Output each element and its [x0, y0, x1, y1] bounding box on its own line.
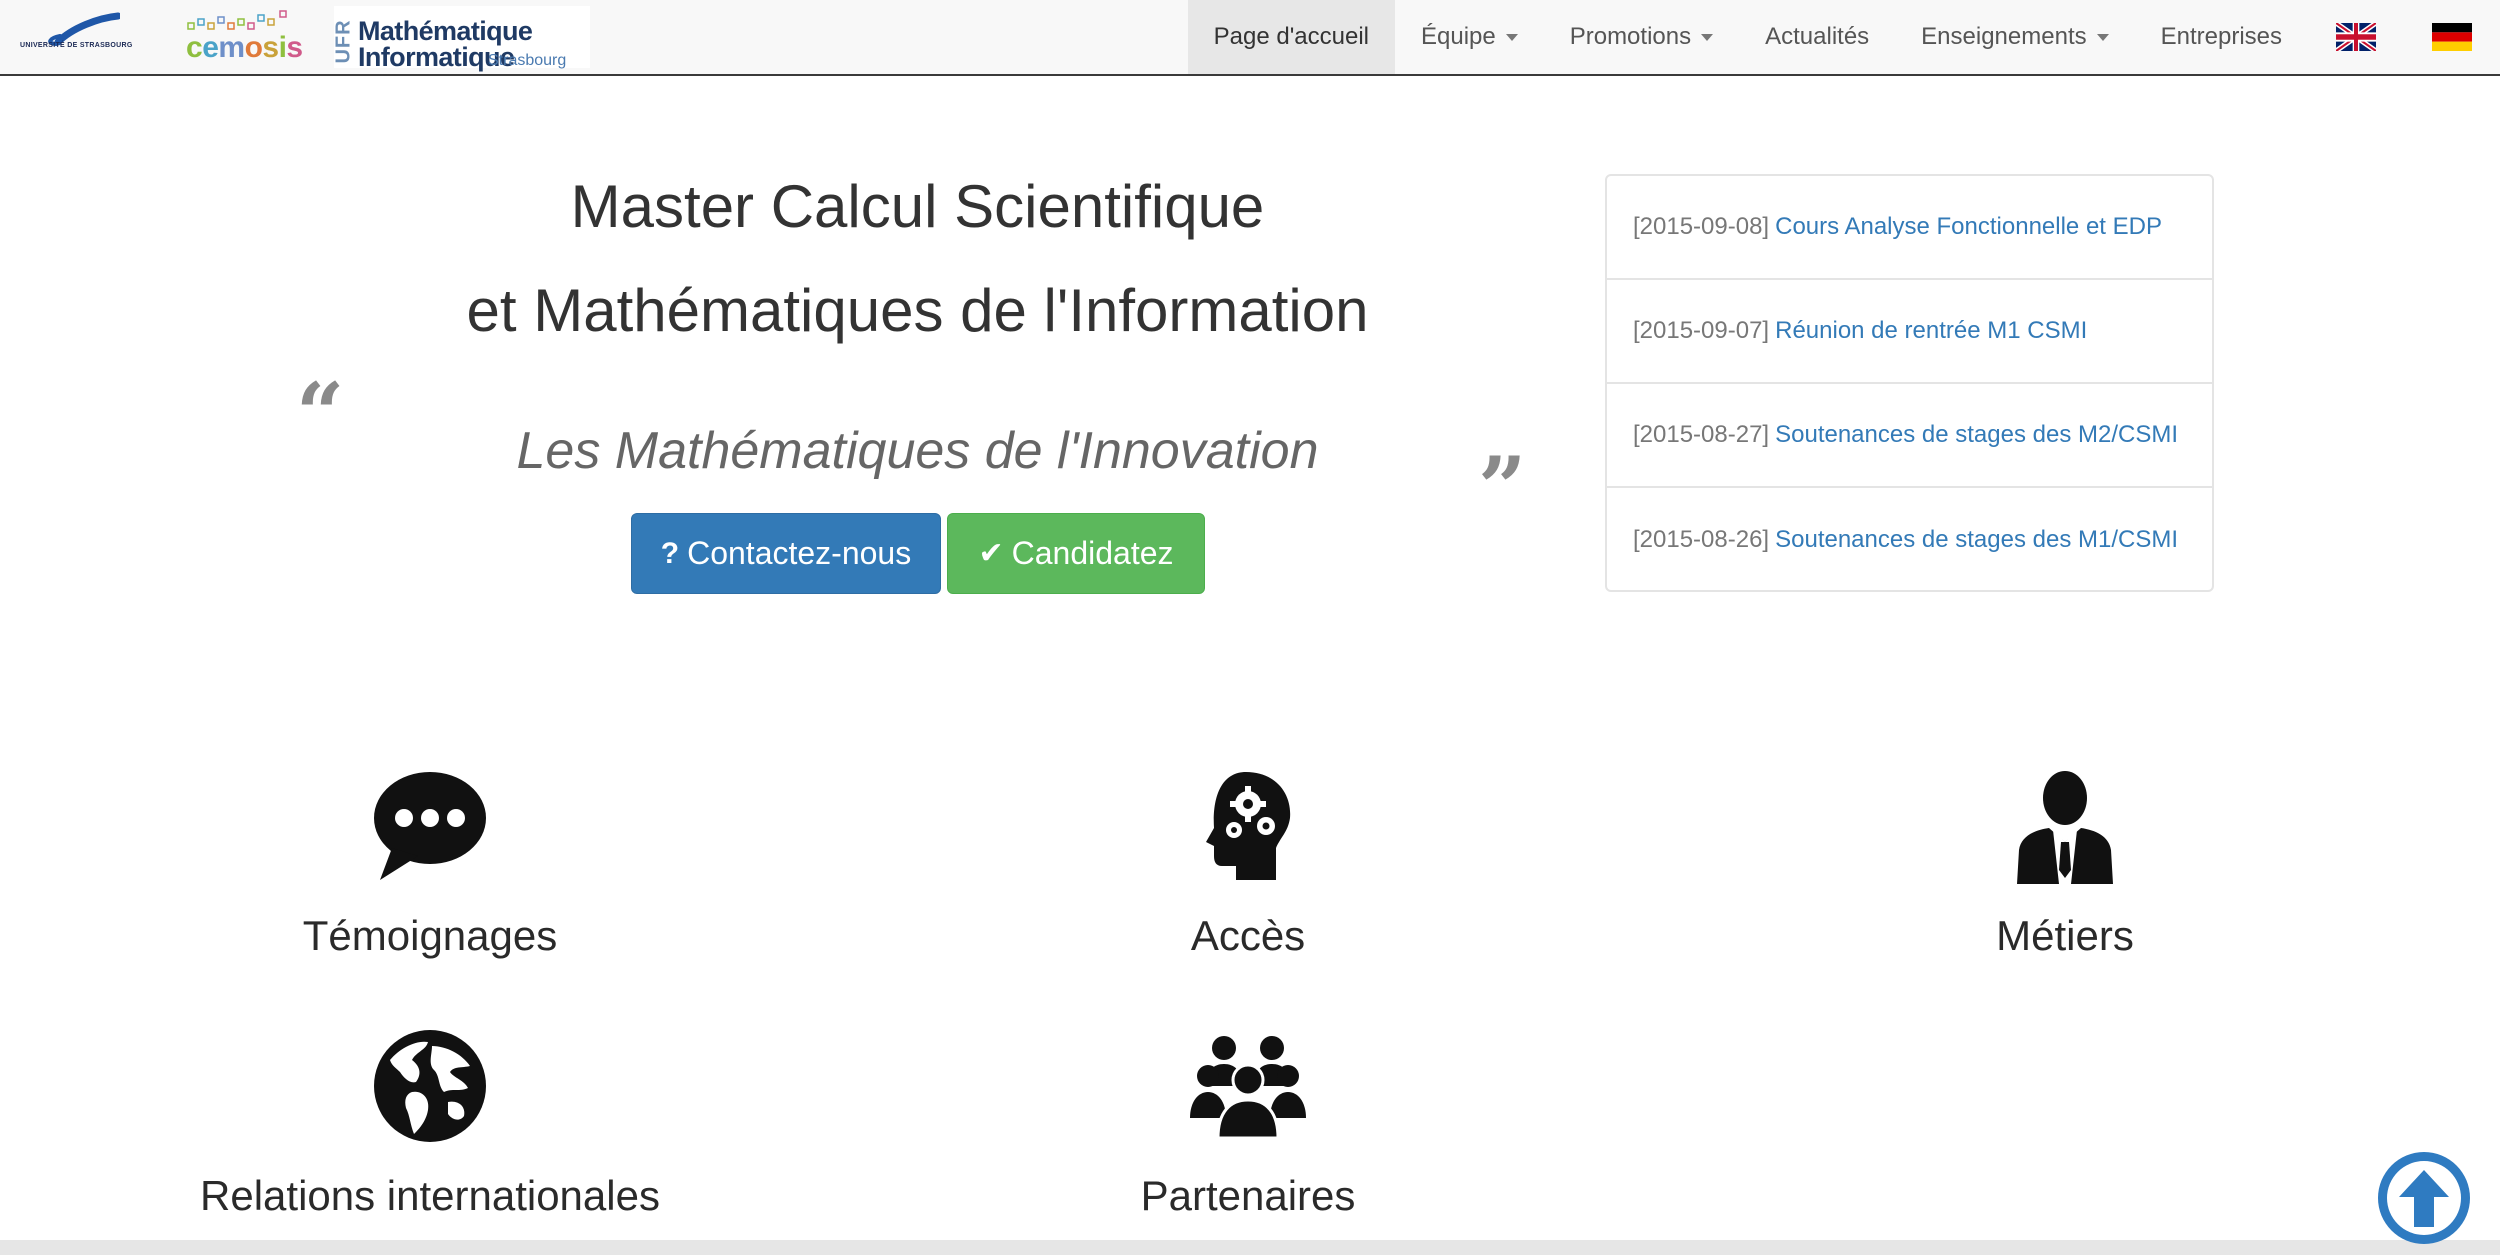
nav-item-entreprises[interactable]: Entreprises	[2135, 0, 2308, 74]
cemosis-logo[interactable]: cemosis	[182, 9, 303, 65]
question-icon: ?	[660, 536, 680, 570]
close-quote-icon: ”	[1478, 438, 1527, 537]
news-item: [2015-08-27] Soutenances de stages des M…	[1607, 384, 2212, 488]
feature-label: Relations internationales	[200, 1172, 660, 1219]
unistra-swoosh-icon	[48, 12, 120, 46]
feature-acces[interactable]: Accès	[948, 766, 1548, 960]
nav-item-home[interactable]: Page d'accueil	[1187, 0, 1395, 74]
news-panel: [2015-09-08] Cours Analyse Fonctionnelle…	[1605, 174, 2214, 592]
slogan: Les Mathématiques de l'Innovation	[516, 422, 1319, 480]
unistra-logo-text: UNIVERSITÉ DE STRASBOURG	[20, 42, 133, 49]
contact-button[interactable]: ? Contactez-nous	[631, 513, 941, 594]
news-link[interactable]: Cours Analyse Fonctionnelle et EDP	[1775, 213, 2162, 241]
unistra-logo[interactable]: UNIVERSITÉ DE STRASBOURG	[20, 12, 142, 62]
apply-button[interactable]: ✔ Candidatez	[947, 513, 1205, 594]
feature-label: Témoignages	[302, 912, 558, 959]
news-date: [2015-09-08]	[1633, 213, 1770, 240]
bottom-scroll-strip	[0, 1240, 2500, 1255]
news-item: [2015-09-08] Cours Analyse Fonctionnelle…	[1607, 176, 2212, 280]
news-date: [2015-08-26]	[1633, 526, 1770, 553]
language-en[interactable]	[2308, 0, 2404, 74]
main-nav: Page d'accueil Équipe Promotions Actuali…	[1187, 0, 2500, 74]
news-item: [2015-08-26] Soutenances de stages des M…	[1607, 488, 2212, 592]
language-de[interactable]	[2404, 0, 2500, 74]
uk-flag-icon	[2336, 23, 2376, 51]
group-icon	[1190, 1036, 1306, 1140]
caret-down-icon	[1505, 33, 1518, 41]
caret-down-icon	[1701, 33, 1714, 41]
globe-icon	[374, 1030, 486, 1142]
head-gears-icon	[1206, 772, 1291, 880]
logo-group: UNIVERSITÉ DE STRASBOURG cemosis UFR Mat…	[20, 0, 590, 74]
nav-item-promotions[interactable]: Promotions	[1544, 0, 1739, 74]
news-date: [2015-08-27]	[1633, 421, 1770, 448]
cemosis-logo-text: cemosis	[186, 31, 303, 64]
nav-item-actualites[interactable]: Actualités	[1739, 0, 1895, 74]
navbar: UNIVERSITÉ DE STRASBOURG cemosis UFR Mat…	[0, 0, 2500, 76]
page-title-line2: et Mathématiques de l'Information	[466, 277, 1369, 344]
page-title-line1: Master Calcul Scientifique	[570, 173, 1265, 240]
caret-down-icon	[2096, 33, 2109, 41]
feature-metiers[interactable]: Métiers	[1765, 766, 2365, 960]
feature-label: Métiers	[1996, 912, 2134, 959]
ufr-city: Strasbourg	[488, 52, 567, 69]
check-icon: ✔	[978, 537, 1004, 570]
feature-partenaires[interactable]: Partenaires	[948, 1026, 1548, 1220]
speech-bubble-icon	[374, 772, 486, 880]
news-item: [2015-09-07] Réunion de rentrée M1 CSMI	[1607, 280, 2212, 384]
news-link[interactable]: Soutenances de stages des M1/CSMI	[1775, 526, 2178, 554]
nav-item-enseignements[interactable]: Enseignements	[1895, 0, 2134, 74]
ufr-vertical-text: UFR	[332, 19, 355, 64]
feature-relations-internationales[interactable]: Relations internationales	[130, 1026, 730, 1220]
nav-item-equipe[interactable]: Équipe	[1395, 0, 1544, 74]
news-link[interactable]: Soutenances de stages des M2/CSMI	[1775, 421, 2178, 449]
businessman-icon	[2017, 771, 2113, 884]
news-date: [2015-09-07]	[1633, 317, 1770, 344]
contact-button-label: Contactez-nous	[687, 535, 912, 571]
germany-flag-icon	[2432, 23, 2472, 51]
news-link[interactable]: Réunion de rentrée M1 CSMI	[1775, 317, 2087, 345]
feature-temoignages[interactable]: Témoignages	[130, 766, 730, 960]
ufr-logo[interactable]: UFR Mathématique Informatique Strasbourg	[332, 6, 590, 72]
feature-label: Accès	[1190, 912, 1306, 959]
scroll-to-top-icon[interactable]	[2376, 1150, 2472, 1246]
feature-label: Partenaires	[1140, 1172, 1356, 1219]
apply-button-label: Candidatez	[1011, 535, 1174, 571]
